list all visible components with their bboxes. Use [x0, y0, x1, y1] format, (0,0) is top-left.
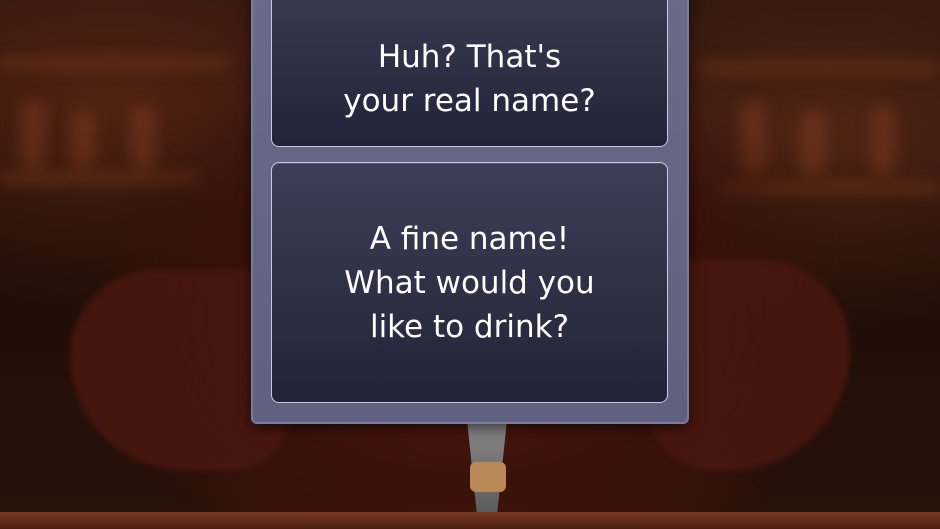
bottle [870, 105, 896, 175]
bartender-collar-band [470, 462, 506, 492]
bottle [70, 110, 96, 170]
bar-counter [0, 512, 940, 529]
dialog-choice-button-2[interactable]: A fine name! What would you like to drin… [271, 162, 668, 403]
dialog-choice-button-1[interactable]: Huh? That's your real name? [271, 0, 668, 147]
bottle [20, 100, 46, 170]
